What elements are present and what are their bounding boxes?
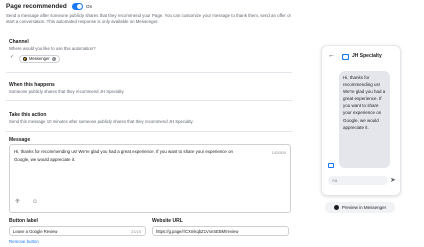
page-description: Send a message after someone publicly sh… (6, 13, 291, 24)
message-label: Message (9, 137, 31, 143)
back-arrow-icon[interactable]: ← (328, 52, 335, 59)
messenger-option-label: Messenger (29, 56, 50, 61)
preview-page-name: JH Specialty (352, 53, 382, 59)
button-label-heading: Button label (9, 218, 38, 224)
button-label-counter: 21/15 (130, 229, 141, 234)
sender-avatar (328, 163, 334, 168)
website-url-heading: Website URL (152, 218, 183, 224)
preview-in-messenger-button[interactable]: Preview in Messenger (325, 202, 395, 213)
button-label-value: Leave a Google Review (13, 229, 58, 234)
button-label-input[interactable]: Leave a Google Review 21/15 (9, 226, 146, 236)
page-logo (342, 54, 349, 60)
preview-message-bubble: Hi, thanks for recommending us! We're gl… (339, 71, 390, 168)
messenger-preview: ← JH Specialty Hi, thanks for recommendi… (321, 45, 401, 196)
check-icon[interactable]: ✓ (10, 55, 15, 60)
info-icon[interactable]: i (51, 57, 56, 61)
message-line-1: Hi, thanks for recommending us! We're gl… (14, 149, 233, 154)
messenger-channel-option[interactable]: ⚡ Messenger i (19, 55, 60, 63)
channel-heading: Channel (9, 39, 29, 45)
message-textarea[interactable]: Hi, thanks for recommending us! We're gl… (9, 144, 291, 213)
variable-icon[interactable]: ⁜ (15, 199, 20, 205)
emoji-icon[interactable]: ☺ (32, 199, 38, 205)
action-heading: Take this action (9, 112, 47, 118)
page-title: Page recommended (6, 3, 67, 10)
preview-button-label: Preview in Messenger (341, 205, 387, 210)
automation-toggle[interactable] (72, 3, 83, 10)
website-url-value: https://g.page/r/CXmkqbZ1VxnSEBM/review (156, 229, 239, 234)
channel-subtitle: Where would you like to use this automat… (9, 46, 96, 51)
divider (6, 72, 292, 73)
trigger-subtitle: Someone publicly shares that they recomm… (9, 89, 125, 94)
remove-button-link[interactable]: Remove button (9, 239, 39, 244)
trigger-heading: When this happens (9, 82, 55, 88)
message-line-2: Google, we would appreciate it. (14, 157, 76, 162)
messenger-icon: ⚡ (23, 57, 27, 61)
messenger-icon (333, 205, 339, 210)
preview-message-input[interactable]: Aa (328, 176, 388, 185)
divider (6, 100, 292, 101)
website-url-input[interactable]: https://g.page/r/CXmkqbZ1VxnSEBM/review (152, 226, 289, 236)
toggle-label: On (86, 4, 93, 9)
divider (6, 131, 292, 132)
action-subtitle: Send this message 10 minutes after someo… (9, 119, 194, 124)
message-char-counter: 142/500 (271, 150, 286, 155)
send-icon[interactable]: ➤ (390, 177, 396, 184)
